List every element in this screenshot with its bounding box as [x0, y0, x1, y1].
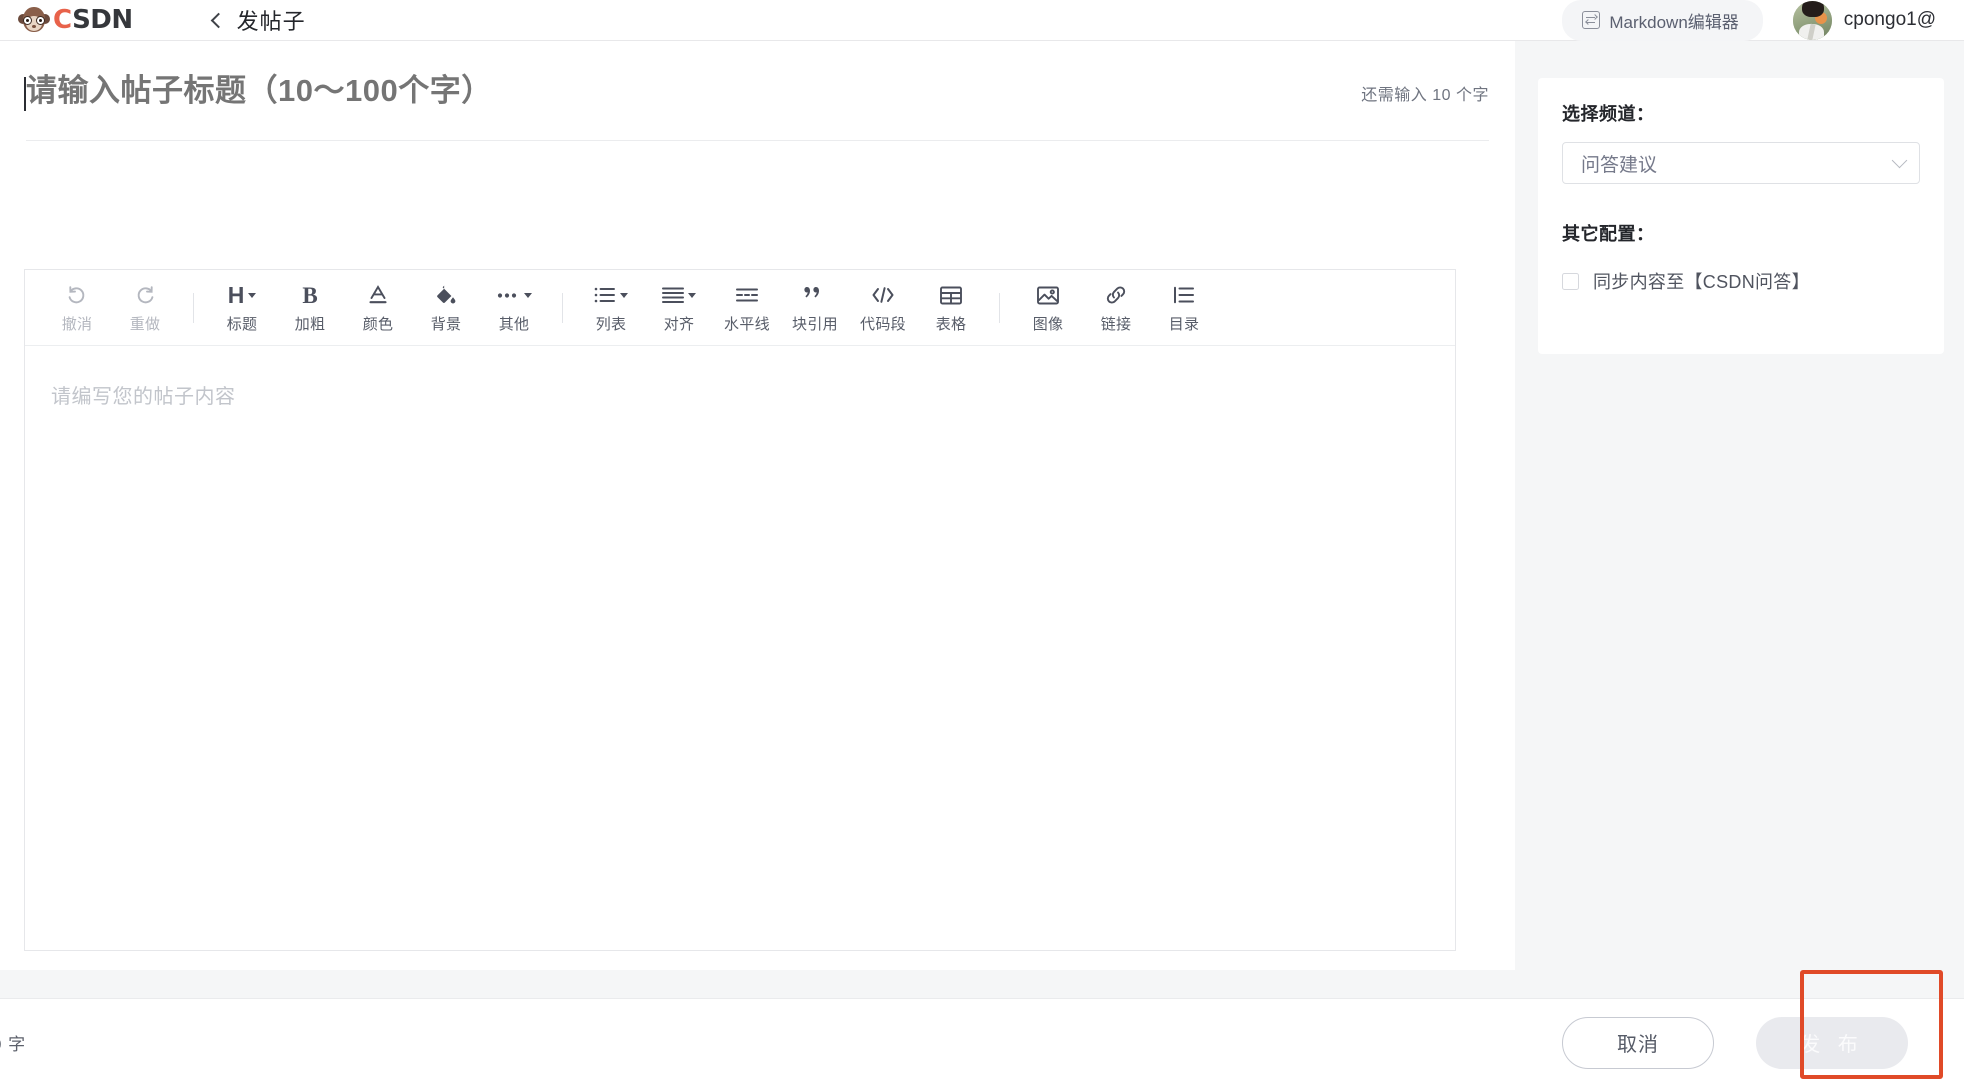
code-block-icon	[871, 281, 895, 309]
toolbar-text-color[interactable]: 颜色	[344, 281, 412, 334]
cancel-button[interactable]: 取消	[1562, 1016, 1714, 1069]
sync-to-qa-row[interactable]: 同步内容至【CSDN问答】	[1562, 268, 1920, 294]
title-char-counter: 还需输入 10 个字	[1361, 87, 1489, 104]
app-header: CSDN 发帖子 Markdown编辑器 cpongo1@	[0, 0, 1964, 41]
csdn-logo[interactable]: CSDN	[18, 5, 133, 35]
redo-icon	[133, 281, 157, 309]
sync-to-qa-checkbox[interactable]	[1562, 272, 1579, 290]
toolbar-bold[interactable]: B 加粗	[276, 281, 344, 334]
channel-select[interactable]: 问答建议	[1562, 142, 1920, 184]
avatar[interactable]	[1792, 0, 1832, 40]
rich-text-editor: 撤消 重做 H 标题 B 加粗 颜色 背景 其他 列表 对齐 水平线 块引用 代…	[24, 269, 1456, 951]
link-icon	[1105, 281, 1127, 309]
other-config-label: 其它配置：	[1562, 224, 1655, 244]
logo-letters-sdn: SDN	[72, 5, 133, 35]
word-count: 0 字	[0, 1035, 27, 1054]
markdown-editor-button[interactable]: Markdown编辑器	[1562, 0, 1763, 41]
publish-button[interactable]: 发 布	[1756, 1016, 1908, 1069]
toolbar-redo-label: 重做	[129, 316, 161, 333]
user-menu[interactable]: cpongo1@	[1792, 0, 1936, 40]
toolbar-align-label: 对齐	[663, 316, 695, 333]
toolbar-heading-label: 标题	[226, 316, 258, 333]
post-content-editor[interactable]: 请编写您的帖子内容	[25, 346, 1455, 409]
toolbar-divider-1	[193, 292, 194, 323]
post-title-input[interactable]	[26, 73, 1226, 109]
table-icon	[940, 281, 962, 309]
chevron-left-icon[interactable]	[210, 12, 226, 29]
logo-letter-c: C	[53, 5, 73, 35]
footer-bar: 0 字 取消 发 布	[0, 998, 1964, 1086]
horizontal-rule-icon	[735, 281, 759, 309]
toolbar-toc-label: 目录	[1168, 316, 1200, 333]
toolbar-blockquote[interactable]: 块引用	[781, 281, 849, 334]
toolbar-image-label: 图像	[1032, 316, 1064, 333]
toolbar-code-block-label: 代码段	[860, 316, 906, 333]
toolbar-align[interactable]: 对齐	[645, 281, 713, 334]
channel-label: 选择频道：	[1562, 104, 1655, 124]
logo-wordmark: CSDN	[53, 7, 133, 33]
toolbar-undo[interactable]: 撤消	[43, 281, 111, 334]
editor-toolbar: 撤消 重做 H 标题 B 加粗 颜色 背景 其他 列表 对齐 水平线 块引用 代…	[25, 270, 1455, 346]
header-right-cluster: Markdown编辑器 cpongo1@	[1562, 0, 1936, 41]
toolbar-link[interactable]: 链接	[1082, 281, 1150, 334]
markdown-editor-label: Markdown编辑器	[1609, 12, 1739, 32]
toolbar-link-label: 链接	[1100, 316, 1132, 333]
settings-sidebar: 选择频道： 问答建议 其它配置： 同步内容至【CSDN问答】	[1538, 78, 1944, 354]
toolbar-list-label: 列表	[595, 316, 627, 333]
toolbar-image[interactable]: 图像	[1014, 281, 1082, 334]
toolbar-text-color-label: 颜色	[362, 316, 394, 333]
csdn-monkey-icon	[18, 5, 50, 35]
channel-select-value: 问答建议	[1581, 154, 1658, 176]
toolbar-blockquote-label: 块引用	[792, 316, 838, 333]
markdown-swap-icon	[1582, 11, 1601, 29]
toolbar-toc[interactable]: 目录	[1150, 281, 1218, 334]
toolbar-table-label: 表格	[935, 316, 967, 333]
toolbar-horizontal-rule-label: 水平线	[724, 316, 770, 333]
toolbar-background-color[interactable]: 背景	[412, 281, 480, 334]
heading-icon: H	[228, 281, 257, 309]
toc-icon	[1173, 281, 1195, 309]
blockquote-icon	[804, 281, 826, 309]
background-color-icon	[434, 281, 458, 309]
bold-icon: B	[302, 282, 318, 308]
toolbar-divider-2	[562, 292, 563, 323]
title-field-row: 还需输入 10 个字	[24, 41, 1489, 141]
back-navigation[interactable]: 发帖子	[210, 4, 306, 36]
toolbar-background-color-label: 背景	[430, 316, 462, 333]
list-icon	[594, 281, 628, 309]
toolbar-redo[interactable]: 重做	[111, 281, 179, 334]
toolbar-list[interactable]: 列表	[577, 281, 645, 334]
toolbar-code-block[interactable]: 代码段	[849, 281, 917, 334]
toolbar-undo-label: 撤消	[61, 316, 93, 333]
chevron-down-icon	[1891, 152, 1908, 169]
toolbar-heading[interactable]: H 标题	[208, 281, 276, 334]
user-name: cpongo1@	[1843, 9, 1936, 30]
sync-to-qa-label: 同步内容至【CSDN问答】	[1593, 272, 1810, 292]
footer-actions: 取消 发 布	[1562, 1016, 1908, 1069]
undo-icon	[65, 281, 89, 309]
toolbar-more-label: 其他	[498, 316, 530, 333]
align-icon	[662, 281, 696, 309]
text-color-icon	[366, 281, 390, 309]
more-options-icon	[496, 281, 532, 309]
toolbar-divider-3	[999, 292, 1000, 323]
image-icon	[1037, 281, 1059, 309]
toolbar-more[interactable]: 其他	[480, 281, 548, 334]
post-content-placeholder: 请编写您的帖子内容	[51, 386, 236, 408]
toolbar-bold-label: 加粗	[294, 316, 326, 333]
toolbar-horizontal-rule[interactable]: 水平线	[713, 281, 781, 334]
editor-main-panel: 还需输入 10 个字 撤消 重做	[0, 41, 1515, 970]
page-title: 发帖子	[236, 9, 306, 34]
toolbar-table[interactable]: 表格	[917, 281, 985, 334]
